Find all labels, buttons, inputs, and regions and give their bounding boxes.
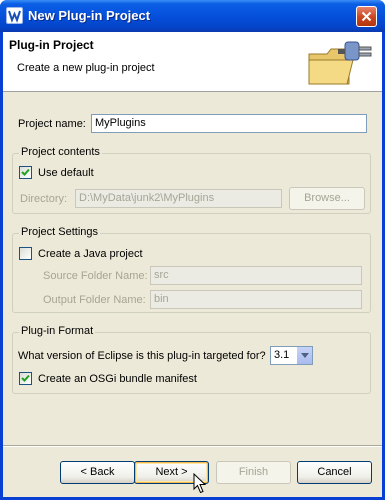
use-default-label: Use default [38,167,94,179]
back-button[interactable]: < Back [60,461,135,484]
project-name-label: Project name: [18,118,86,130]
chevron-down-icon[interactable] [296,347,312,364]
page-title: Plug-in Project [9,38,94,52]
mouse-pointer-icon [193,472,207,498]
create-java-project-label: Create a Java project [38,248,143,260]
close-icon [361,11,372,22]
osgi-manifest-checkbox[interactable] [19,372,32,385]
cancel-button[interactable]: Cancel [297,461,372,484]
page-description: Create a new plug-in project [17,62,155,74]
directory-label: Directory: [20,193,68,205]
dialog-body: Plug-in Project Create a new plug-in pro… [3,32,382,497]
finish-button[interactable]: Finish [216,461,291,484]
output-folder-input[interactable]: bin [150,290,362,309]
eclipse-version-select[interactable]: 3.1 [270,346,313,365]
eclipse-plugin-icon [6,7,23,24]
source-folder-input[interactable]: src [150,266,362,285]
browse-button[interactable]: Browse... [289,187,365,210]
project-contents-title: Project contents [19,146,102,158]
close-button[interactable] [356,6,377,27]
title-bar[interactable]: New Plug-in Project [0,0,385,32]
plugin-format-title: Plug-in Format [19,325,96,337]
wizard-banner: Plug-in Project Create a new plug-in pro… [3,32,382,92]
create-java-project-checkbox[interactable] [19,247,32,260]
dialog-window: New Plug-in Project Plug-in Project Crea… [0,0,385,500]
use-default-checkbox[interactable] [19,166,32,179]
source-folder-label: Source Folder Name: [43,270,148,282]
project-name-input[interactable]: MyPlugins [91,114,367,133]
project-settings-title: Project Settings [19,226,101,238]
osgi-manifest-label: Create an OSGi bundle manifest [38,373,197,385]
directory-input[interactable]: D:\MyData\junk2\MyPlugins [75,189,282,208]
plugin-folder-icon [305,36,375,91]
window-title: New Plug-in Project [28,8,151,23]
eclipse-version-label: What version of Eclipse is this plug-in … [18,350,266,362]
eclipse-version-value: 3.1 [274,349,290,361]
output-folder-label: Output Folder Name: [43,294,146,306]
footer-separator [3,445,382,447]
